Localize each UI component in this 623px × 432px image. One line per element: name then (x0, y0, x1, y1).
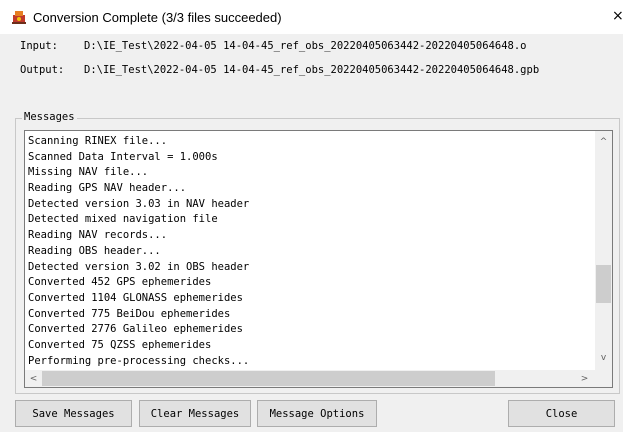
message-line: Converted 775 BeiDou ephemerides (28, 307, 231, 320)
message-line: Missing NAV file... (28, 166, 149, 179)
vertical-scroll-thumb[interactable] (596, 265, 611, 303)
input-path: D:\IE_Test\2022-04-05 14-04-45_ref_obs_2… (84, 40, 527, 52)
title-bar: Conversion Complete (3/3 files succeeded… (0, 0, 623, 34)
window-title: Conversion Complete (3/3 files succeeded… (33, 10, 282, 25)
input-label: Input: (20, 40, 58, 52)
messages-log[interactable]: Scanning RINEX file... Scanned Data Inte… (24, 130, 613, 388)
scrollbar-corner (595, 370, 612, 387)
scroll-up-button[interactable]: ^ (595, 133, 612, 150)
messages-lines: Scanning RINEX file... Scanned Data Inte… (28, 134, 249, 369)
scroll-right-button[interactable]: > (576, 370, 593, 387)
message-line: Detected version 3.02 in OBS header (28, 260, 250, 273)
close-window-icon[interactable]: × (612, 8, 623, 24)
message-line: Converted 75 QZSS ephemerides (28, 338, 212, 351)
output-label: Output: (20, 64, 65, 76)
horizontal-scrollbar[interactable]: < > (25, 370, 595, 387)
message-line: Detected version 3.03 in NAV header (28, 197, 250, 210)
vertical-scrollbar[interactable]: ^ v (595, 131, 612, 370)
clear-messages-button[interactable]: Clear Messages (139, 400, 251, 427)
app-icon (12, 11, 26, 24)
save-messages-button[interactable]: Save Messages (15, 400, 132, 427)
horizontal-scroll-thumb[interactable] (42, 371, 495, 386)
message-line: Scanning RINEX file... (28, 135, 168, 147)
close-button[interactable]: Close (508, 400, 615, 427)
message-line: Reading OBS header... (28, 244, 161, 257)
message-line: Performing pre-processing checks... (28, 354, 250, 367)
message-line: Reading NAV records... (28, 229, 168, 242)
messages-group-label: Messages (22, 111, 77, 123)
message-line: Reading GPS NAV header... (28, 182, 187, 195)
message-line: Detected mixed navigation file (28, 213, 218, 226)
message-line: Converted 1104 GLONASS ephemerides (28, 291, 243, 304)
output-path: D:\IE_Test\2022-04-05 14-04-45_ref_obs_2… (84, 64, 540, 76)
message-line: Converted 2776 Galileo ephemerides (28, 323, 243, 336)
message-line: Converted 452 GPS ephemerides (28, 276, 212, 289)
scroll-down-button[interactable]: v (595, 349, 612, 366)
scroll-left-button[interactable]: < (25, 370, 42, 387)
message-line: Scanned Data Interval = 1.000s (28, 150, 218, 163)
message-options-button[interactable]: Message Options (257, 400, 377, 427)
